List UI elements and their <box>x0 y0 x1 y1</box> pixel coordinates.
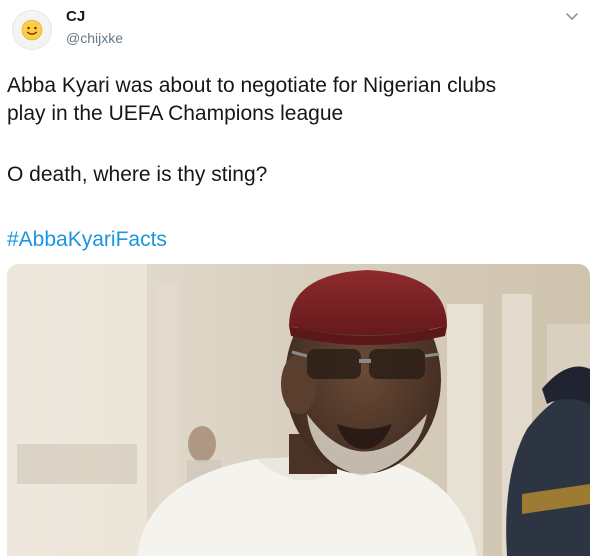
tweet-card: CJ @chijxke Abba Kyari was about to nego… <box>0 0 590 556</box>
author-name[interactable]: CJ <box>66 8 85 25</box>
author-handle[interactable]: @chijxke <box>66 30 123 46</box>
man-in-red-cap-photo <box>7 264 590 556</box>
hashtag-link[interactable]: #AbbaKyariFacts <box>7 226 167 254</box>
tweet-photo[interactable] <box>7 264 590 556</box>
tweet-line: O death, where is thy sting? <box>7 163 268 186</box>
tweet-line: play in the UEFA Champions league <box>7 102 344 125</box>
chevron-down-icon[interactable] <box>564 8 580 24</box>
tweet-text: Abba Kyari was about to negotiate for Ni… <box>7 72 577 189</box>
smiley-emoji-icon <box>21 19 43 41</box>
tweet-line: Abba Kyari was about to negotiate for Ni… <box>7 74 497 97</box>
avatar[interactable] <box>12 10 52 50</box>
